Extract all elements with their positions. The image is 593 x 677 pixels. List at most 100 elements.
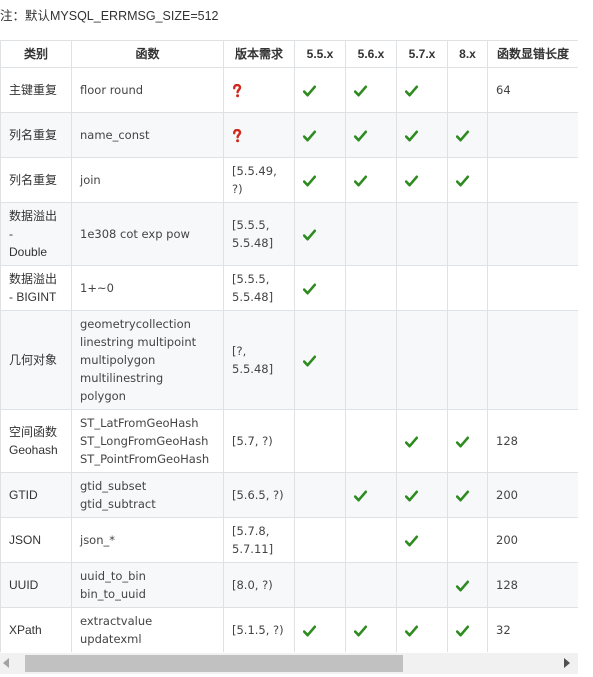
table-row: 列名重复 name_const — [0, 112, 578, 158]
table-row: 空间函数 Geohash ST_LatFromGeoHash ST_LongFromG… — [0, 409, 578, 473]
table-row: 几何对象 geometrycollection linestring multipo… — [0, 310, 578, 410]
category-text: - BIGINT — [9, 290, 57, 304]
version-cell: [8.0, ?) — [223, 562, 295, 608]
table-row: 主键重复 floor round 64 — [0, 67, 578, 113]
category-cell: JSON — [0, 517, 72, 563]
header-8: 8.x — [447, 40, 488, 68]
version-text: 5.7.11] — [232, 542, 274, 556]
function-name: ST_LatFromGeoHash — [80, 416, 199, 430]
category-cell: XPath — [0, 607, 72, 652]
support-cell-v8 — [447, 310, 488, 410]
category-text: Double — [9, 245, 48, 259]
check-mark-icon — [354, 623, 367, 637]
scrollbar-thumb[interactable] — [25, 655, 403, 672]
check-mark-icon — [405, 533, 418, 547]
support-cell-v57 — [396, 157, 448, 203]
check-mark-icon — [303, 353, 316, 367]
function-name: linestring multipoint — [80, 335, 197, 349]
function-cell: 1+~0 — [71, 265, 224, 311]
support-cell-v55 — [294, 265, 346, 311]
category-cell: UUID — [0, 562, 72, 608]
support-cell-v55 — [294, 607, 346, 652]
function-cell: uuid_to_bin bin_to_uuid — [71, 562, 224, 608]
support-cell-v55 — [294, 409, 346, 473]
support-cell-v8 — [447, 517, 488, 563]
error-length-cell: 32 — [487, 607, 578, 652]
support-cell-v55 — [294, 202, 346, 266]
support-cell-v8 — [447, 562, 488, 608]
category-cell: 数据溢出 - Double — [0, 202, 72, 266]
category-text: 主键重复 — [9, 83, 58, 97]
check-mark-icon — [405, 434, 418, 448]
version-cell: [5.5.5, 5.5.48] — [223, 202, 295, 266]
support-cell-v57 — [396, 265, 448, 311]
category-text: XPath — [9, 623, 42, 637]
support-cell-v56 — [345, 409, 397, 473]
version-text: [5.6.5, ?) — [232, 488, 284, 502]
check-mark-icon — [303, 83, 316, 97]
function-name: gtid_subset — [80, 479, 147, 493]
function-name: gtid_subtract — [80, 497, 156, 511]
version-cell: [5.7.8, 5.7.11] — [223, 517, 295, 563]
version-cell: [5.7, ?) — [223, 409, 295, 473]
support-cell-v8 — [447, 112, 488, 158]
function-cell: name_const — [71, 112, 224, 158]
category-cell: 主键重复 — [0, 67, 72, 113]
function-cell: geometrycollection linestring multipoint m… — [71, 310, 224, 410]
category-text: JSON — [9, 533, 42, 547]
function-name: 1e308 cot exp pow — [80, 227, 190, 241]
check-mark-icon — [405, 128, 418, 142]
category-cell: 几何对象 — [0, 310, 72, 410]
support-cell-v8 — [447, 472, 488, 518]
function-name: join — [80, 173, 101, 187]
error-length-cell: 128 — [487, 409, 578, 473]
function-cell: gtid_subset gtid_subtract — [71, 472, 224, 518]
scroll-left-arrow-icon[interactable] — [3, 658, 9, 668]
check-mark-icon — [354, 83, 367, 97]
check-mark-icon — [354, 173, 367, 187]
scroll-right-arrow-icon[interactable] — [564, 658, 570, 668]
category-text: 列名重复 — [9, 173, 58, 187]
support-cell-v8 — [447, 67, 488, 113]
function-name: uuid_to_bin — [80, 569, 146, 583]
header-error-length: 函数显错长度 — [487, 40, 578, 68]
category-cell: 数据溢出 - BIGINT — [0, 265, 72, 311]
header-function: 函数 — [71, 40, 224, 68]
error-length-cell — [487, 310, 578, 410]
version-text: 5.5.48] — [232, 362, 274, 376]
function-name: ST_LongFromGeoHash — [80, 434, 209, 448]
category-cell: 空间函数 Geohash — [0, 409, 72, 473]
category-cell: 列名重复 — [0, 157, 72, 203]
function-name: name_const — [80, 128, 150, 142]
error-length-cell: 64 — [487, 67, 578, 113]
support-cell-v57 — [396, 472, 448, 518]
check-mark-icon — [456, 128, 469, 142]
error-length-cell: 200 — [487, 472, 578, 518]
support-cell-v56 — [345, 265, 397, 311]
check-mark-icon — [456, 434, 469, 448]
version-text: ?) — [232, 182, 243, 196]
category-text: 空间函数 — [9, 425, 58, 439]
table-row: 数据溢出 - BIGINT 1+~0 [5.5.5, 5.5.48] — [0, 265, 578, 311]
size-note: 注：默认MYSQL_ERRMSG_SIZE=512 — [0, 9, 219, 23]
question-mark-icon — [232, 128, 242, 142]
support-cell-v57 — [396, 310, 448, 410]
function-cell: 1e308 cot exp pow — [71, 202, 224, 266]
function-name: extractvalue — [80, 614, 153, 628]
horizontal-scrollbar[interactable] — [0, 653, 578, 674]
check-mark-icon — [456, 623, 469, 637]
table-row: XPath extractvalue updatexml [5.1.5, ?) 32 — [0, 607, 578, 652]
version-text: [5.7, ?) — [232, 434, 273, 448]
support-cell-v8 — [447, 157, 488, 203]
function-name: updatexml — [80, 632, 142, 646]
check-mark-icon — [354, 488, 367, 502]
support-cell-v56 — [345, 562, 397, 608]
table-row: 数据溢出 - Double 1e308 cot exp pow [5.5.5, 5.5.4… — [0, 202, 578, 266]
support-cell-v57 — [396, 67, 448, 113]
category-text: - — [9, 227, 13, 241]
table-row: JSON json_* [5.7.8, 5.7.11] 200 — [0, 517, 578, 563]
check-mark-icon — [303, 281, 316, 295]
version-text: 5.5.48] — [232, 290, 274, 304]
support-cell-v56 — [345, 472, 397, 518]
support-cell-v8 — [447, 265, 488, 311]
